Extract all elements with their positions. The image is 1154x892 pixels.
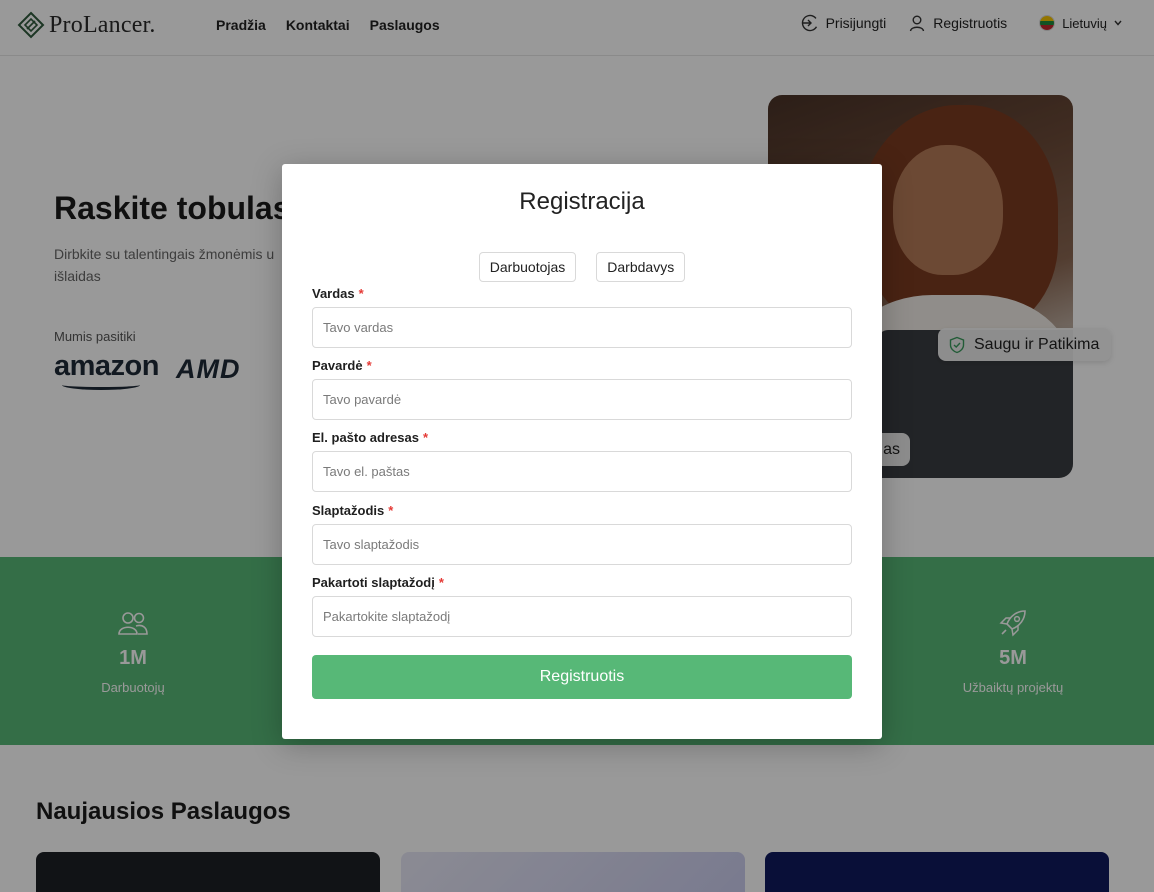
modal-title: Registracija <box>519 188 645 215</box>
required-mark: * <box>388 503 394 518</box>
last-name-input[interactable] <box>312 379 852 420</box>
role-tab-employer[interactable]: Darbdavys <box>596 252 686 282</box>
first-name-label: Vardas * <box>312 286 852 302</box>
email-field: El. pašto adresas * <box>312 430 852 492</box>
email-input[interactable] <box>312 451 852 492</box>
email-label-text: El. pašto adresas <box>312 430 419 445</box>
password-field: Slaptažodis * <box>312 503 852 565</box>
first-name-field: Vardas * <box>312 286 852 348</box>
required-mark: * <box>366 358 372 373</box>
repeat-password-input[interactable] <box>312 596 852 637</box>
password-input[interactable] <box>312 524 852 565</box>
registration-modal: Registracija Darbuotojas Darbdavys Varda… <box>282 164 882 739</box>
role-tabs: Darbuotojas Darbdavys <box>282 252 882 282</box>
last-name-label: Pavardė * <box>312 358 852 374</box>
register-submit-button[interactable]: Registruotis <box>312 655 852 699</box>
role-tab-worker[interactable]: Darbuotojas <box>478 252 577 282</box>
password-label: Slaptažodis * <box>312 503 852 519</box>
repeat-password-field: Pakartoti slaptažodį * <box>312 575 852 637</box>
email-label: El. pašto adresas * <box>312 430 852 446</box>
first-name-input[interactable] <box>312 307 852 348</box>
required-mark: * <box>422 430 429 445</box>
last-name-label-text: Pavardė <box>312 358 363 373</box>
first-name-label-text: Vardas <box>312 286 355 301</box>
password-label-text: Slaptažodis <box>312 503 385 518</box>
required-mark: * <box>438 575 444 590</box>
repeat-password-label-text: Pakartoti slaptažodį <box>312 575 435 590</box>
repeat-password-label: Pakartoti slaptažodį * <box>312 575 852 591</box>
last-name-field: Pavardė * <box>312 358 852 420</box>
required-mark: * <box>358 286 364 301</box>
